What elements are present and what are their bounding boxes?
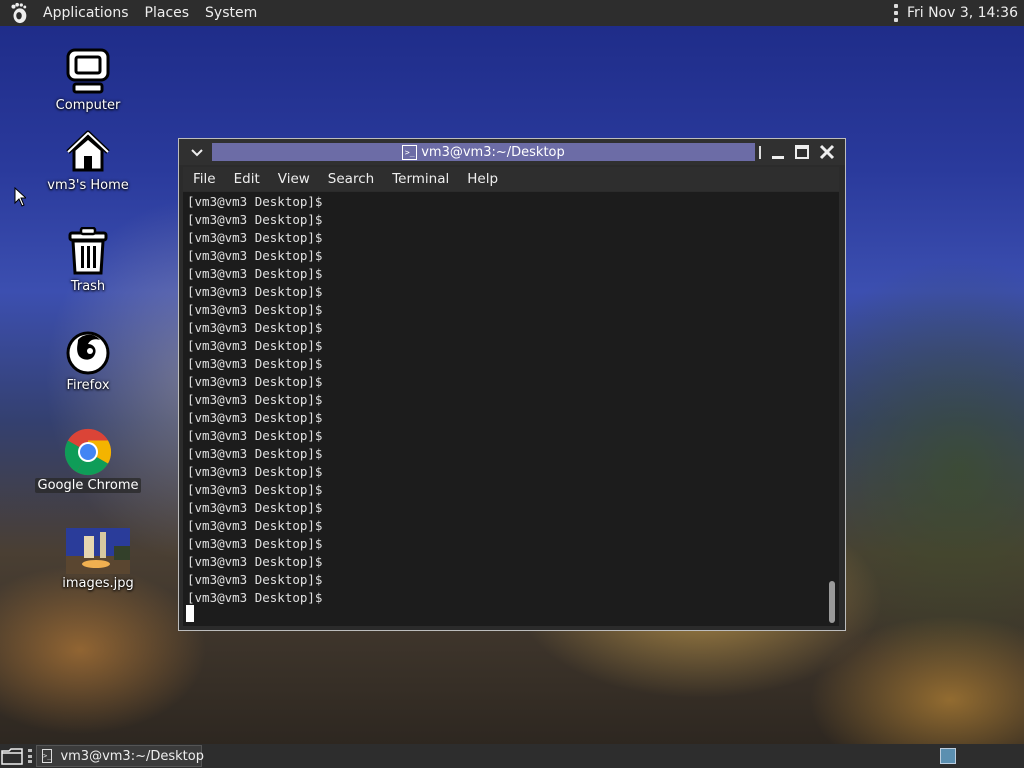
menu-applications[interactable]: Applications <box>35 5 137 21</box>
desktop-icon-home[interactable]: vm3's Home <box>33 128 143 193</box>
workspace-switcher[interactable] <box>940 748 956 764</box>
firefox-icon <box>66 331 110 375</box>
desktop-icon-images-jpg[interactable]: images.jpg <box>43 528 153 591</box>
terminal-line: [vm3@vm3 Desktop]$ <box>187 266 323 281</box>
scrollbar-thumb[interactable] <box>829 581 835 623</box>
terminal-line: [vm3@vm3 Desktop]$ <box>187 572 323 587</box>
home-icon <box>66 130 110 172</box>
menu-view[interactable]: View <box>268 171 318 187</box>
chrome-icon <box>64 428 112 476</box>
gnome-foot-icon[interactable] <box>8 2 30 24</box>
terminal-line: [vm3@vm3 Desktop]$ <box>187 590 323 605</box>
terminal-line: [vm3@vm3 Desktop]$ <box>187 464 323 479</box>
terminal-line: [vm3@vm3 Desktop]$ <box>187 410 323 425</box>
taskbar-terminal-button[interactable]: >_ vm3@vm3:~/Desktop <box>36 745 204 767</box>
desktop-icon-label: Firefox <box>66 378 110 393</box>
bottom-panel: >_ vm3@vm3:~/Desktop <box>0 744 1024 768</box>
terminal-line: [vm3@vm3 Desktop]$ <box>187 212 323 227</box>
panel-overflow-icon[interactable] <box>893 4 899 22</box>
text-cursor <box>186 605 194 622</box>
desktop-icon-firefox[interactable]: Firefox <box>33 328 143 393</box>
terminal-line: [vm3@vm3 Desktop]$ <box>187 392 323 407</box>
terminal-window[interactable]: >_ vm3@vm3:~/Desktop File Edit View Sear… <box>178 138 846 631</box>
terminal-line: [vm3@vm3 Desktop]$ <box>187 374 323 389</box>
terminal-titlebar[interactable]: >_ vm3@vm3:~/Desktop <box>179 139 845 165</box>
window-title-text: vm3@vm3:~/Desktop <box>421 144 565 160</box>
terminal-menubar: File Edit View Search Terminal Help <box>183 167 839 191</box>
terminal-icon: >_ <box>42 749 53 763</box>
menu-system[interactable]: System <box>197 5 265 21</box>
terminal-line: [vm3@vm3 Desktop]$ <box>187 302 323 317</box>
terminal-line: [vm3@vm3 Desktop]$ <box>187 536 323 551</box>
terminal-line: [vm3@vm3 Desktop]$ <box>187 320 323 335</box>
desktop-icon-label: images.jpg <box>62 576 134 591</box>
desktop-icon-computer[interactable]: Computer <box>33 48 143 113</box>
window-title[interactable]: >_ vm3@vm3:~/Desktop <box>212 143 755 161</box>
desktop-icon-label: vm3's Home <box>47 178 129 193</box>
desktop-icon-label: Computer <box>55 98 121 113</box>
terminal-line: [vm3@vm3 Desktop]$ <box>187 500 323 515</box>
minimize-icon[interactable] <box>769 143 787 161</box>
image-file-icon <box>66 528 130 574</box>
menu-file[interactable]: File <box>183 171 224 187</box>
desktop-icon-chrome[interactable]: Google Chrome <box>33 428 143 493</box>
terminal-line: [vm3@vm3 Desktop]$ <box>187 194 323 209</box>
top-panel: Applications Places System Fri Nov 3, 14… <box>0 0 1024 26</box>
panel-handle-icon[interactable] <box>27 749 33 763</box>
menu-edit[interactable]: Edit <box>224 171 268 187</box>
desktop-icon-trash[interactable]: Trash <box>33 227 143 294</box>
maximize-icon[interactable] <box>793 143 811 161</box>
terminal-scrollbar[interactable] <box>827 192 839 626</box>
trash-icon <box>68 227 108 275</box>
window-menu-chevron-icon[interactable] <box>187 144 207 160</box>
menu-terminal[interactable]: Terminal <box>382 171 457 187</box>
terminal-icon: >_ <box>402 144 418 160</box>
terminal-line: [vm3@vm3 Desktop]$ <box>187 284 323 299</box>
clock[interactable]: Fri Nov 3, 14:36 <box>907 5 1018 21</box>
terminal-line: [vm3@vm3 Desktop]$ <box>187 518 323 533</box>
menu-search[interactable]: Search <box>318 171 382 187</box>
terminal-line: [vm3@vm3 Desktop]$ <box>187 230 323 245</box>
menu-places[interactable]: Places <box>137 5 198 21</box>
mouse-cursor-icon <box>14 187 26 207</box>
terminal-lines: [vm3@vm3 Desktop]$ [vm3@vm3 Desktop]$ [vm3… <box>187 193 322 607</box>
terminal-line: [vm3@vm3 Desktop]$ <box>187 482 323 497</box>
taskbar-label: vm3@vm3:~/Desktop <box>60 748 204 764</box>
terminal-line: [vm3@vm3 Desktop]$ <box>187 356 323 371</box>
terminal-line: [vm3@vm3 Desktop]$ <box>187 248 323 263</box>
show-desktop-icon[interactable] <box>1 747 23 765</box>
desktop-icon-label: Trash <box>70 279 106 294</box>
terminal-line: [vm3@vm3 Desktop]$ <box>187 338 323 353</box>
terminal-line: [vm3@vm3 Desktop]$ <box>187 428 323 443</box>
terminal-line: [vm3@vm3 Desktop]$ <box>187 554 323 569</box>
terminal-output[interactable]: [vm3@vm3 Desktop]$ [vm3@vm3 Desktop]$ [vm3… <box>183 192 827 626</box>
terminal-line: [vm3@vm3 Desktop]$ <box>187 446 323 461</box>
close-icon[interactable] <box>818 143 836 161</box>
menu-help[interactable]: Help <box>457 171 506 187</box>
computer-icon <box>66 48 110 94</box>
desktop-icon-label: Google Chrome <box>34 478 142 493</box>
